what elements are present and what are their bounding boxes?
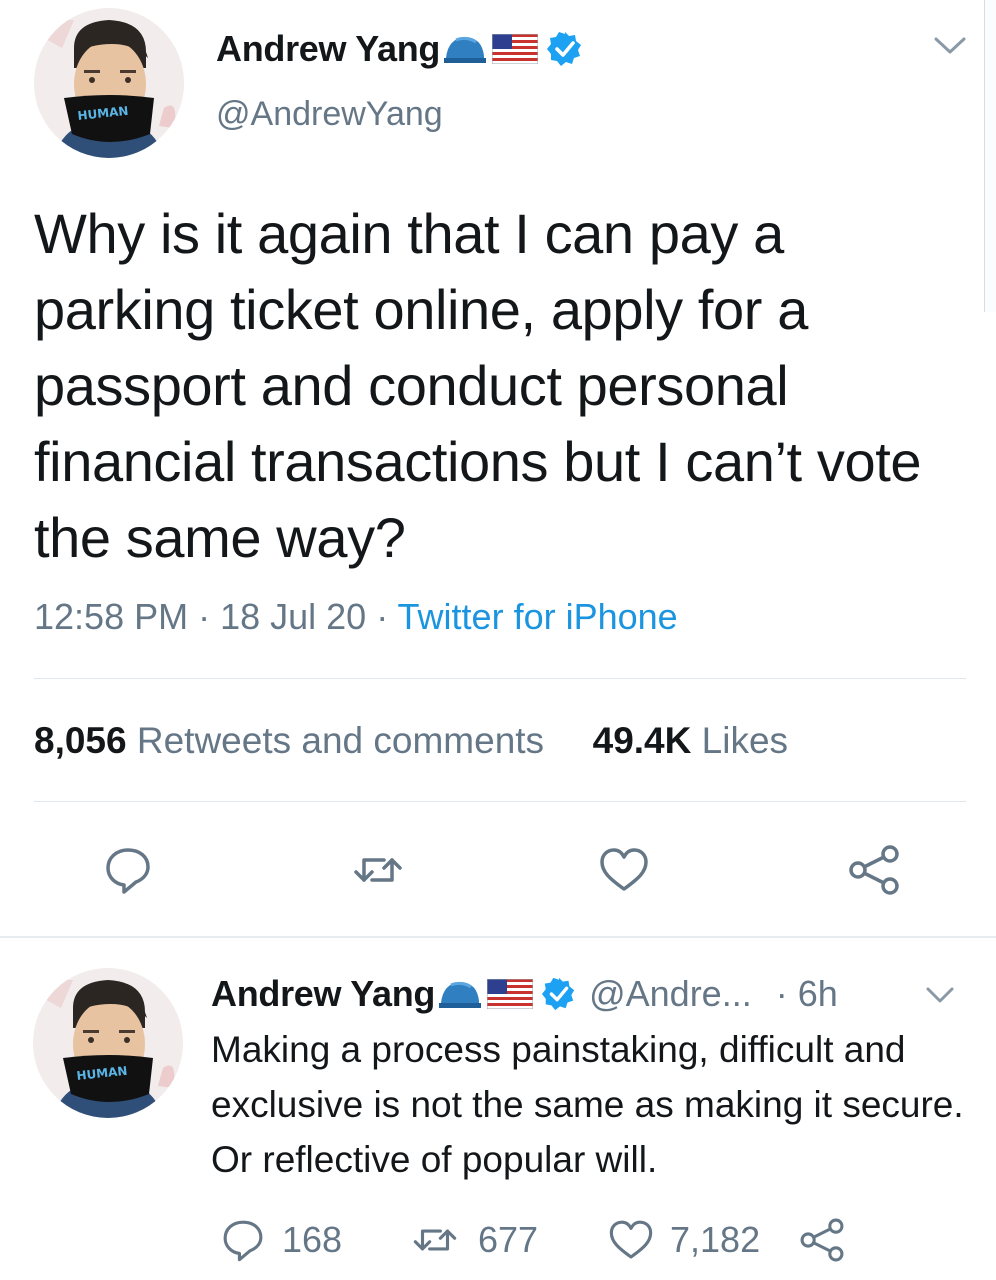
meta-separator: ·	[366, 596, 398, 637]
reply-like-button[interactable]: 7,182	[606, 1212, 760, 1268]
tweet-source-link[interactable]: Twitter for iPhone	[398, 596, 678, 637]
reply-author-row: Andrew Yang @Andre... · 6h	[211, 970, 838, 1018]
retweets-count: 8,056	[34, 720, 127, 761]
reply-share-button[interactable]	[796, 1212, 848, 1268]
reply-icon	[223, 1220, 263, 1262]
main-tweet: HUMAN Andrew Yang @AndrewYang Why is it …	[0, 0, 996, 936]
reply-button[interactable]	[98, 840, 158, 900]
author-name-row: Andrew Yang	[216, 26, 584, 72]
retweets-stat[interactable]: 8,056 Retweets and comments	[34, 720, 544, 761]
share-button[interactable]	[844, 840, 904, 900]
reply-avatar[interactable]: HUMAN	[33, 968, 183, 1118]
tweet-text: Why is it again that I can pay a parking…	[34, 202, 922, 569]
us-flag-icon	[492, 34, 539, 64]
verified-badge-icon	[547, 32, 582, 66]
retweet-icon	[354, 858, 402, 882]
retweet-icon	[413, 1229, 457, 1251]
likes-count: 49.4K	[592, 720, 692, 761]
us-flag-icon	[487, 979, 534, 1009]
reply-action-bar: 168 677 7,182	[0, 1212, 996, 1268]
like-button[interactable]	[594, 840, 654, 900]
reply-display-name[interactable]: Andrew Yang	[211, 973, 435, 1015]
verified-badge-icon	[542, 977, 575, 1011]
avatar[interactable]: HUMAN	[34, 8, 184, 158]
name-badges	[442, 30, 584, 68]
reply-reply-button[interactable]: 168	[218, 1212, 342, 1268]
reply-text: Making a process painstaking, difficult …	[211, 1029, 964, 1180]
likes-label: Likes	[701, 720, 789, 761]
share-icon	[800, 1218, 844, 1262]
reply-count: 168	[282, 1219, 343, 1260]
reply-retweet-button[interactable]: 677	[406, 1212, 538, 1268]
reply-icon	[106, 848, 150, 894]
likes-stat[interactable]: 49.4K Likes	[593, 720, 788, 761]
chevron-down-icon[interactable]	[920, 982, 960, 1008]
retweet-count: 677	[478, 1219, 539, 1260]
avatar-image: HUMAN	[33, 968, 183, 1118]
blue-cap-icon	[439, 981, 482, 1008]
chevron-down-icon[interactable]	[930, 30, 970, 60]
avatar-image: HUMAN	[34, 8, 184, 158]
reply-handle[interactable]: @Andre...	[589, 973, 752, 1015]
meta-separator: ·	[188, 596, 221, 637]
tweet-date: 18 Jul 20	[220, 596, 367, 637]
tweet-time: 12:58 PM	[34, 596, 189, 637]
heart-icon	[600, 848, 648, 891]
tweet-meta: 12:58 PM · 18 Jul 20 · Twitter for iPhon…	[34, 596, 678, 638]
divider	[34, 678, 966, 679]
retweets-label: Retweets and comments	[136, 720, 545, 761]
blue-cap-icon	[444, 36, 487, 63]
divider	[34, 801, 966, 802]
heart-icon	[609, 1220, 653, 1259]
retweet-button[interactable]	[348, 840, 408, 900]
like-count: 7,182	[670, 1219, 761, 1260]
display-name[interactable]: Andrew Yang	[216, 28, 440, 70]
tweet-stats: 8,056 Retweets and comments 49.4K Likes	[34, 720, 788, 762]
tweet-separator	[0, 936, 996, 938]
reply-timestamp[interactable]: · 6h	[776, 973, 838, 1015]
share-icon	[849, 845, 899, 895]
author-handle[interactable]: @AndrewYang	[216, 95, 443, 134]
